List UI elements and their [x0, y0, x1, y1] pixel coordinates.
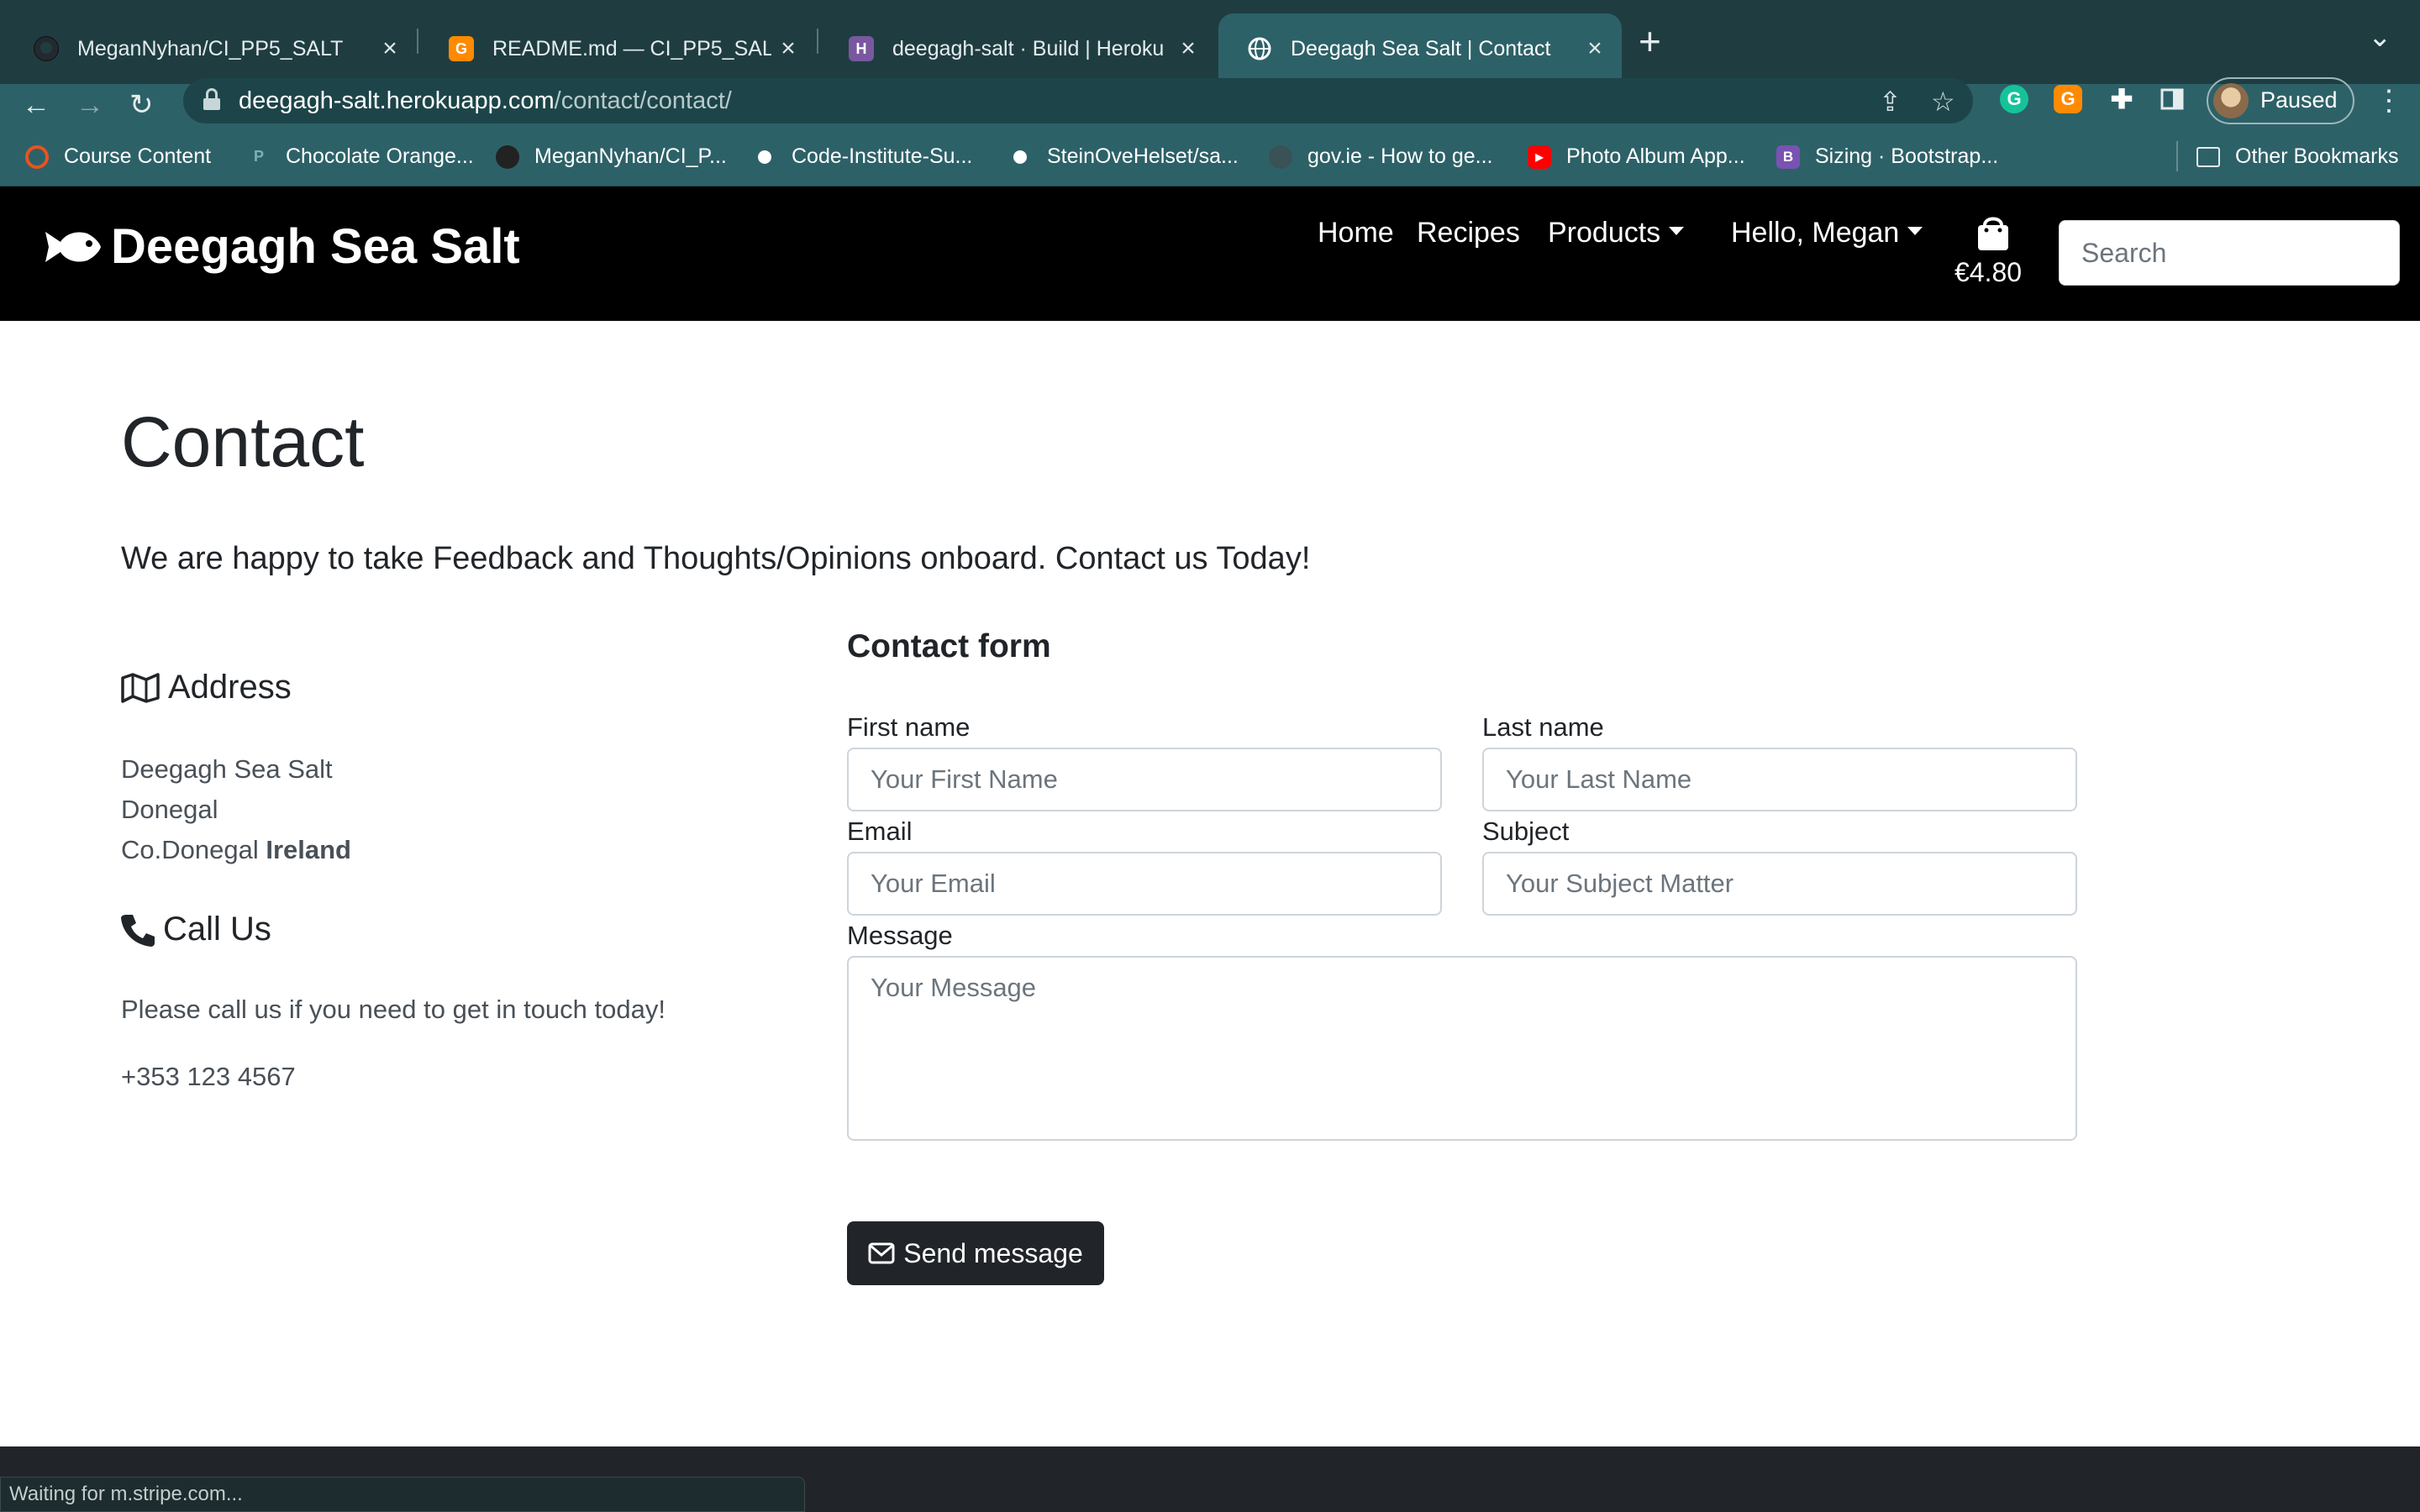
- gitpod-icon: G: [449, 36, 474, 61]
- call-text: Please call us if you need to get in tou…: [121, 995, 666, 1024]
- nav-home-link[interactable]: Home: [1318, 217, 1394, 249]
- page-lead: We are happy to take Feedback and Though…: [121, 541, 1311, 576]
- grammarly-icon[interactable]: G: [2000, 85, 2028, 113]
- tab-contact-active[interactable]: Deegagh Sea Salt | Contact ×: [1218, 13, 1622, 84]
- nav-products-label: Products: [1548, 217, 1661, 249]
- bookmark-bootstrap-sizing[interactable]: B Sizing · Bootstrap...: [1776, 144, 1998, 169]
- bookmark-course-content[interactable]: Course Content: [25, 144, 211, 169]
- url-text[interactable]: deegagh-salt.herokuapp.com/contact/conta…: [239, 87, 732, 115]
- pexels-icon: P: [253, 148, 264, 165]
- github-icon: [34, 36, 59, 61]
- puzzle-extensions-icon[interactable]: ✚: [2107, 84, 2136, 114]
- bag-total[interactable]: €4.80: [1954, 257, 2022, 288]
- page-title: Contact: [121, 402, 365, 481]
- profile-button[interactable]: Paused: [2207, 77, 2354, 124]
- send-message-label: Send message: [903, 1237, 1083, 1268]
- message-label: Message: [847, 921, 953, 950]
- fish-icon: [45, 231, 101, 262]
- last-name-label: Last name: [1482, 712, 1604, 742]
- codeinstitute-icon: [25, 144, 49, 169]
- search-input[interactable]: [2059, 220, 2400, 286]
- nav-account-dropdown[interactable]: Hello, Megan: [1731, 217, 1923, 249]
- govie-icon: [1269, 144, 1292, 169]
- caret-down-icon: [1907, 227, 1923, 236]
- tab-github-repo[interactable]: MeganNyhan/CI_PP5_SALT ×: [5, 13, 417, 84]
- address-line: Co.Donegal Ireland: [121, 835, 351, 864]
- bookmarks-divider: [2176, 141, 2178, 171]
- tab-divider: [417, 29, 418, 54]
- nav-products-dropdown[interactable]: Products: [1548, 217, 1685, 249]
- message-textarea[interactable]: [847, 956, 2077, 1141]
- bookmark-steinovehelset[interactable]: SteinOveHelset/sa...: [1008, 144, 1239, 169]
- tab-heroku[interactable]: H deegagh-salt · Build | Heroku ×: [820, 13, 1215, 84]
- close-icon[interactable]: ×: [1171, 34, 1205, 63]
- close-icon[interactable]: ×: [1578, 34, 1612, 63]
- address-line: Deegagh Sea Salt: [121, 754, 333, 784]
- tab-title: README.md — CI_PP5_SALT —: [492, 36, 771, 60]
- bootstrap-icon: B: [1776, 144, 1800, 169]
- chevron-down-icon[interactable]: ⌄: [2368, 20, 2392, 54]
- tab-readme[interactable]: G README.md — CI_PP5_SALT — ×: [420, 13, 815, 84]
- browser-status-bubble: Waiting for m.stripe.com...: [0, 1477, 805, 1512]
- bookmark-megannyhan[interactable]: MeganNyhan/CI_P...: [496, 144, 727, 169]
- first-name-label: First name: [847, 712, 971, 742]
- address-block: Deegagh Sea Salt Donegal Co.Donegal Irel…: [121, 749, 351, 870]
- map-icon: [121, 672, 160, 703]
- tab-title: deegagh-salt · Build | Heroku: [892, 36, 1165, 60]
- bookmark-photo-album[interactable]: ▶ Photo Album App...: [1528, 144, 1745, 169]
- nav-account-label: Hello, Megan: [1731, 217, 1900, 249]
- phone-number: +353 123 4567: [121, 1062, 296, 1091]
- email-input[interactable]: [847, 852, 1442, 916]
- contact-form-title: Contact form: [847, 628, 1051, 664]
- subject-label: Subject: [1482, 816, 1570, 846]
- github-icon: [753, 144, 776, 169]
- folder-icon: [2196, 146, 2220, 167]
- email-label: Email: [847, 816, 913, 846]
- bookmark-chocolate-orange[interactable]: P Chocolate Orange...: [247, 144, 474, 169]
- caret-down-icon: [1669, 227, 1685, 236]
- phone-icon: [121, 914, 155, 947]
- new-tab-plus-icon[interactable]: +: [1639, 22, 1661, 60]
- address-country: Ireland: [266, 835, 351, 864]
- bookmark-gov-ie[interactable]: gov.ie - How to ge...: [1269, 144, 1492, 169]
- subject-input[interactable]: [1482, 852, 2077, 916]
- side-panel-icon[interactable]: [2158, 85, 2186, 113]
- forward-arrow-icon[interactable]: →: [76, 84, 104, 126]
- star-icon[interactable]: ☆: [1931, 86, 1955, 118]
- call-heading-text: Call Us: [163, 911, 271, 948]
- envelope-icon: [868, 1242, 895, 1264]
- tab-title: MeganNyhan/CI_PP5_SALT: [77, 36, 344, 60]
- first-name-input[interactable]: [847, 748, 1442, 811]
- send-message-button[interactable]: Send message: [847, 1221, 1104, 1285]
- lock-icon[interactable]: [203, 88, 220, 112]
- gitpod-extension-icon[interactable]: G: [2054, 85, 2082, 113]
- brand-link[interactable]: Deegagh Sea Salt: [45, 218, 520, 275]
- more-menu-icon[interactable]: ⋮: [2375, 84, 2403, 118]
- last-name-input[interactable]: [1482, 748, 2077, 811]
- youtube-icon: ▶: [1528, 144, 1551, 169]
- heroku-icon: H: [849, 36, 874, 61]
- brand-name: Deegagh Sea Salt: [111, 219, 520, 274]
- share-icon[interactable]: ⇪: [1879, 86, 1902, 118]
- reload-icon[interactable]: ↻: [129, 84, 154, 126]
- tab-title: Deegagh Sea Salt | Contact: [1291, 36, 1551, 60]
- close-icon[interactable]: ×: [373, 34, 407, 63]
- nav-recipes-link[interactable]: Recipes: [1417, 217, 1520, 249]
- back-arrow-icon[interactable]: ←: [22, 84, 50, 126]
- github-icon: [1008, 144, 1032, 169]
- shopping-bag-icon[interactable]: [1975, 213, 2012, 256]
- profile-label: Paused: [2260, 87, 2338, 113]
- address-line: Donegal: [121, 795, 218, 824]
- bookmark-code-institute[interactable]: Code-Institute-Su...: [753, 144, 972, 169]
- tab-divider: [817, 29, 818, 54]
- avatar: [2213, 83, 2249, 118]
- address-heading: Address: [121, 669, 292, 706]
- address-heading-text: Address: [168, 669, 292, 706]
- close-icon[interactable]: ×: [771, 34, 805, 63]
- globe-icon: [1247, 36, 1272, 61]
- github-icon: [496, 144, 519, 169]
- other-bookmarks[interactable]: Other Bookmarks: [2196, 144, 2399, 169]
- call-heading: Call Us: [121, 911, 271, 948]
